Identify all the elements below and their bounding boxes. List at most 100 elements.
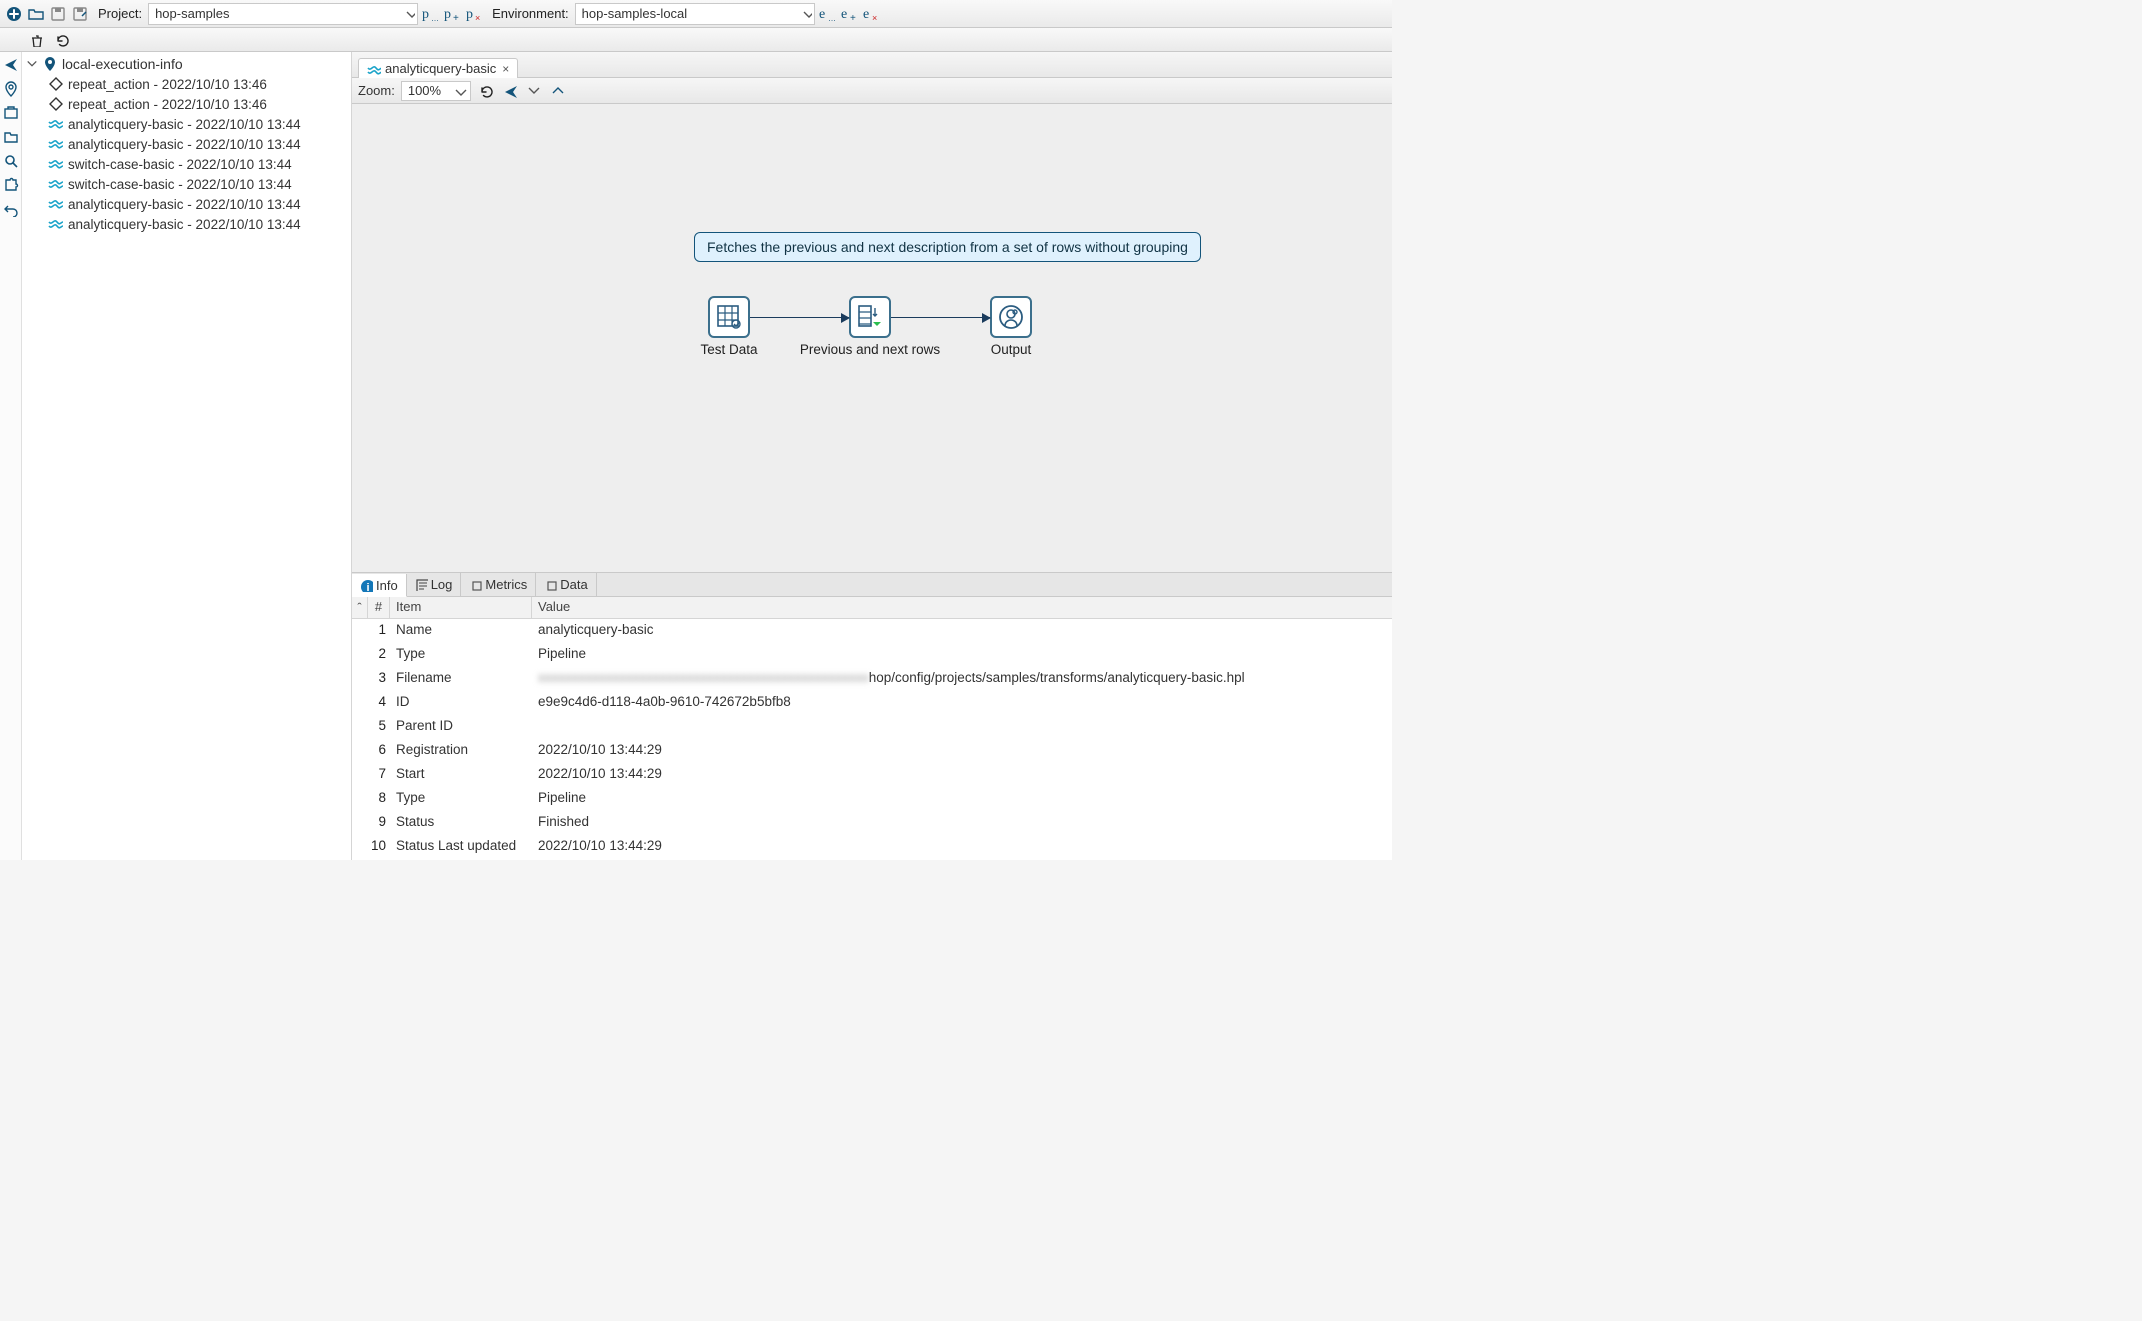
- tree-item[interactable]: switch-case-basic - 2022/10/10 13:44: [22, 154, 351, 174]
- col-header-value[interactable]: Value: [532, 597, 1392, 618]
- project-edit-button[interactable]: [420, 4, 440, 24]
- col-sort-indicator[interactable]: ˆ: [352, 597, 368, 618]
- hop-1[interactable]: [750, 317, 849, 318]
- project-label: Project:: [98, 6, 142, 21]
- sub-delete-button[interactable]: [26, 30, 46, 50]
- cell-num: 5: [352, 715, 390, 739]
- cell-value: analyticquery-basic: [538, 622, 654, 637]
- hop-2[interactable]: [891, 317, 990, 318]
- zoom-label: Zoom:: [358, 83, 395, 98]
- cell-value: Pipeline: [538, 790, 586, 805]
- tree-item-label: analyticquery-basic - 2022/10/10 13:44: [68, 217, 301, 232]
- table-row[interactable]: 6Registration2022/10/10 13:44:29: [352, 739, 1392, 763]
- canvas-note[interactable]: Fetches the previous and next descriptio…: [694, 232, 1201, 262]
- bottom-tab-data[interactable]: Data: [536, 573, 596, 596]
- table-row[interactable]: 4IDe9e9c4d6-d118-4a0b-9610-742672b5bfb8: [352, 691, 1392, 715]
- grid-gear-icon: [716, 304, 742, 330]
- cell-num: 10: [352, 835, 390, 859]
- environment-add-button[interactable]: [839, 4, 859, 24]
- bottom-tab-log[interactable]: Log: [407, 573, 462, 596]
- cell-item: Type: [390, 643, 532, 667]
- environment-label: Environment:: [492, 6, 569, 21]
- step-prev-next-rows-label: Previous and next rows: [800, 342, 940, 357]
- environment-delete-button[interactable]: [861, 4, 881, 24]
- cell-value: 2022/10/10 13:44:29: [538, 742, 662, 757]
- step-prev-next-rows[interactable]: [849, 296, 891, 338]
- cell-num: 1: [352, 619, 390, 643]
- tree-item[interactable]: repeat_action - 2022/10/10 13:46: [22, 74, 351, 94]
- pipeline-canvas[interactable]: Fetches the previous and next descriptio…: [352, 104, 1392, 572]
- col-header-item[interactable]: Item: [390, 597, 532, 618]
- environment-edit-button[interactable]: [817, 4, 837, 24]
- tree-root[interactable]: local-execution-info: [22, 54, 351, 74]
- step-test-data[interactable]: [708, 296, 750, 338]
- cell-item: Status: [390, 811, 532, 835]
- new-button[interactable]: [4, 4, 24, 24]
- tree-item-label: switch-case-basic - 2022/10/10 13:44: [68, 177, 292, 192]
- perspective-undo-icon[interactable]: [2, 200, 20, 218]
- table-row[interactable]: 5Parent ID: [352, 715, 1392, 739]
- editor-tab-label: analyticquery-basic: [385, 61, 496, 76]
- cell-num: 9: [352, 811, 390, 835]
- head-icon: [998, 304, 1024, 330]
- zoom-run-button[interactable]: [501, 82, 519, 100]
- tree-item[interactable]: repeat_action - 2022/10/10 13:46: [22, 94, 351, 114]
- environment-select-value: hop-samples-local: [582, 6, 688, 21]
- log-icon: [415, 578, 428, 591]
- project-select[interactable]: hop-samples: [148, 3, 418, 25]
- tree-item[interactable]: switch-case-basic - 2022/10/10 13:44: [22, 174, 351, 194]
- cell-num: 2: [352, 643, 390, 667]
- perspective-explorer-icon[interactable]: [2, 128, 20, 146]
- save-as-button[interactable]: [70, 4, 90, 24]
- table-row[interactable]: 10Status Last updated2022/10/10 13:44:29: [352, 835, 1392, 859]
- zoom-collapse-button[interactable]: [525, 82, 543, 100]
- cell-value: 2022/10/10 13:44:29: [538, 766, 662, 781]
- step-test-data-label: Test Data: [700, 342, 757, 357]
- cell-item: Status Last updated: [390, 835, 532, 859]
- perspective-metadata-icon[interactable]: [2, 104, 20, 122]
- square-icon: [469, 578, 482, 591]
- canvas-note-text: Fetches the previous and next descriptio…: [707, 239, 1188, 255]
- step-output-label: Output: [991, 342, 1032, 357]
- zoom-expand-button[interactable]: [549, 82, 567, 100]
- repeat-icon: [48, 76, 64, 92]
- pipeline-icon: [48, 156, 64, 172]
- perspective-plugins-icon[interactable]: [2, 176, 20, 194]
- tree-root-label: local-execution-info: [62, 56, 183, 72]
- project-add-button[interactable]: [442, 4, 462, 24]
- table-row[interactable]: 3Filenamexxxxxxxxxxxxxxxxxxxxxxxxxxxxxxx…: [352, 667, 1392, 691]
- perspective-location-icon[interactable]: [2, 80, 20, 98]
- tree-item[interactable]: analyticquery-basic - 2022/10/10 13:44: [22, 214, 351, 234]
- save-button[interactable]: [48, 4, 68, 24]
- sub-refresh-button[interactable]: [52, 30, 72, 50]
- cell-value: e9e9c4d6-d118-4a0b-9610-742672b5bfb8: [538, 694, 791, 709]
- perspective-run-icon[interactable]: [2, 56, 20, 74]
- bottom-tab-info[interactable]: Info: [352, 574, 407, 597]
- zoom-select[interactable]: 100%: [401, 81, 471, 101]
- col-header-num[interactable]: #: [368, 597, 390, 618]
- tree-item[interactable]: analyticquery-basic - 2022/10/10 13:44: [22, 134, 351, 154]
- zoom-refresh-button[interactable]: [477, 82, 495, 100]
- pipeline-icon: [48, 216, 64, 232]
- open-button[interactable]: [26, 4, 46, 24]
- location-pin-icon: [42, 56, 58, 72]
- table-row[interactable]: 1Nameanalyticquery-basic: [352, 619, 1392, 643]
- tree-item[interactable]: analyticquery-basic - 2022/10/10 13:44: [22, 194, 351, 214]
- editor-tab[interactable]: analyticquery-basic ×: [358, 58, 518, 78]
- project-delete-button[interactable]: [464, 4, 484, 24]
- pipeline-icon: [367, 62, 381, 76]
- table-row[interactable]: 8TypePipeline: [352, 787, 1392, 811]
- table-row[interactable]: 7Start2022/10/10 13:44:29: [352, 763, 1392, 787]
- bottom-tab-metrics[interactable]: Metrics: [461, 573, 536, 596]
- close-tab-icon[interactable]: ×: [502, 62, 509, 76]
- tree-item[interactable]: analyticquery-basic - 2022/10/10 13:44: [22, 114, 351, 134]
- cell-item: Start: [390, 763, 532, 787]
- repeat-icon: [48, 96, 64, 112]
- zoom-value: 100%: [408, 83, 441, 98]
- tree-item-label: switch-case-basic - 2022/10/10 13:44: [68, 157, 292, 172]
- step-output[interactable]: [990, 296, 1032, 338]
- perspective-search-icon[interactable]: [2, 152, 20, 170]
- environment-select[interactable]: hop-samples-local: [575, 3, 815, 25]
- table-row[interactable]: 2TypePipeline: [352, 643, 1392, 667]
- table-row[interactable]: 9StatusFinished: [352, 811, 1392, 835]
